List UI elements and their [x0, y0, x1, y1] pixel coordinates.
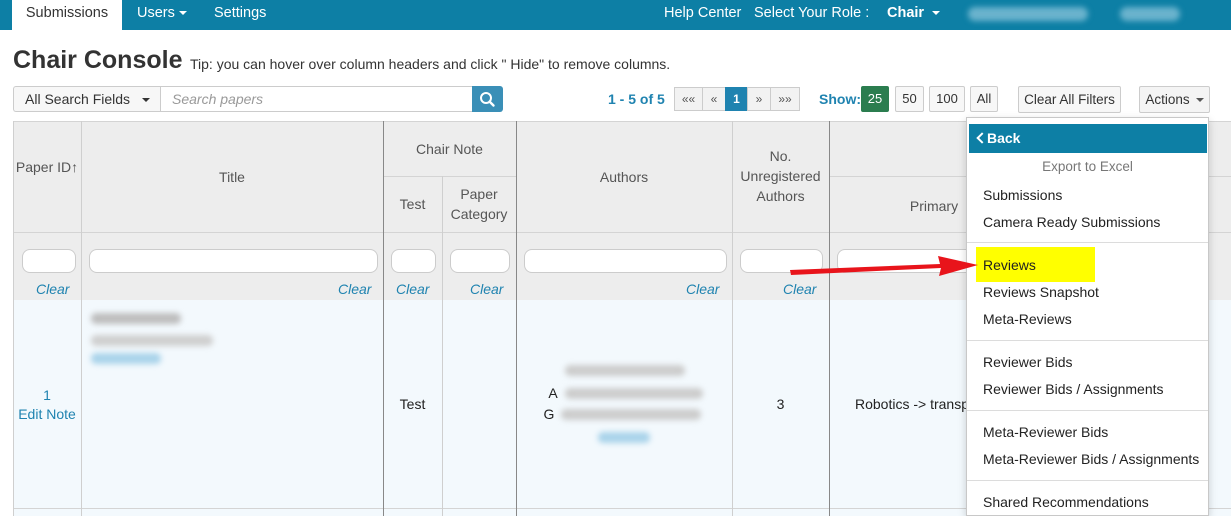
chevron-down-icon — [141, 98, 150, 103]
nav-settings[interactable]: Settings — [214, 0, 266, 30]
clear-unregistered-filter[interactable]: Clear — [783, 281, 816, 297]
header-authors[interactable]: Authors — [516, 167, 732, 187]
user-menu-blurred[interactable] — [1120, 7, 1180, 21]
actions-button-label: Actions — [1145, 92, 1190, 107]
author-prefix: A — [548, 385, 558, 401]
export-to-excel-header: Export to Excel — [1042, 159, 1133, 174]
menu-item-meta-reviews[interactable]: Meta-Reviews — [983, 311, 1072, 327]
header-no-unregistered-authors[interactable]: No. Unregistered Authors — [732, 146, 829, 206]
sort-up-arrow-icon: ↑ — [71, 159, 79, 175]
show-25-button[interactable]: 25 — [861, 86, 889, 112]
menu-divider — [967, 410, 1208, 411]
title-blurred — [91, 313, 181, 324]
menu-item-camera-ready-submissions[interactable]: Camera Ready Submissions — [983, 214, 1160, 230]
role-dropdown-label: Chair — [887, 5, 925, 21]
author-prefix: G — [543, 406, 555, 422]
show-all-button[interactable]: All — [970, 86, 998, 112]
chair-note-divider — [383, 176, 516, 177]
unregistered-count-cell: 3 — [776, 396, 785, 412]
clear-paper-category-filter[interactable]: Clear — [470, 281, 503, 297]
menu-item-reviewer-bids-assignments[interactable]: Reviewer Bids / Assignments — [983, 381, 1164, 397]
col-border — [383, 121, 384, 516]
search-field-select[interactable]: All Search Fields — [13, 86, 160, 112]
col-border — [829, 121, 830, 516]
menu-divider — [967, 340, 1208, 341]
paper-id-cell[interactable]: 1 — [13, 387, 81, 403]
nav-submissions[interactable]: Submissions — [12, 0, 122, 30]
header-title[interactable]: Title — [81, 167, 383, 187]
menu-item-submissions[interactable]: Submissions — [983, 187, 1062, 203]
menu-divider — [967, 480, 1208, 481]
filter-input-test[interactable] — [391, 249, 436, 273]
search-button[interactable] — [472, 86, 503, 112]
nav-help-center[interactable]: Help Center — [664, 0, 741, 30]
page-range-prefix: 1 - 5 of — [608, 91, 654, 107]
nav-users-label: Users — [137, 5, 175, 21]
clear-authors-filter[interactable]: Clear — [686, 281, 719, 297]
page-range: 1 - 5 of 5 — [608, 91, 665, 107]
clear-all-filters-button[interactable]: Clear All Filters — [1018, 86, 1121, 113]
menu-item-reviewer-bids[interactable]: Reviewer Bids — [983, 354, 1072, 370]
pager-last[interactable]: »» — [770, 87, 800, 111]
role-dropdown[interactable]: Chair — [887, 0, 941, 30]
header-paper-id[interactable]: Paper ID↑ — [13, 157, 81, 177]
header-paper-id-label: Paper ID — [15, 159, 72, 175]
actions-dropdown-menu: Back Export to Excel Submissions Camera … — [966, 117, 1209, 516]
author-blurred — [561, 409, 701, 420]
filter-input-paper-id[interactable] — [22, 249, 76, 273]
header-test[interactable]: Test — [383, 194, 442, 214]
clear-paper-id-filter[interactable]: Clear — [36, 281, 69, 297]
filter-input-primary[interactable] — [837, 249, 977, 273]
search-input[interactable] — [160, 86, 473, 112]
clear-test-filter[interactable]: Clear — [396, 281, 429, 297]
show-100-button[interactable]: 100 — [929, 86, 965, 112]
col-border — [442, 176, 443, 516]
col-border — [13, 121, 14, 516]
header-chair-note[interactable]: Chair Note — [383, 139, 516, 159]
filter-input-authors[interactable] — [524, 249, 727, 273]
search-icon — [480, 92, 495, 107]
pager-prev[interactable]: « — [702, 87, 726, 111]
page-tip: Tip: you can hover over column headers a… — [190, 56, 671, 72]
top-navigation-bar: Submissions Users Settings Help Center S… — [0, 0, 1231, 30]
filter-input-unregistered[interactable] — [740, 249, 823, 273]
clear-title-filter[interactable]: Clear — [338, 281, 371, 297]
chevron-down-icon — [178, 11, 187, 16]
nav-users[interactable]: Users — [137, 0, 187, 30]
show-label: Show: — [819, 91, 861, 107]
filter-input-title[interactable] — [89, 249, 378, 273]
author-link-blurred[interactable] — [598, 432, 650, 443]
menu-item-shared-recommendations[interactable]: Shared Recommendations — [983, 494, 1149, 510]
pager-next[interactable]: » — [747, 87, 771, 111]
menu-back-label: Back — [987, 130, 1021, 146]
pager-page-1[interactable]: 1 — [725, 87, 748, 111]
primary-area-cell: Robotics -> transp — [855, 396, 969, 412]
chevron-left-icon — [976, 132, 988, 144]
user-account-blurred[interactable] — [968, 7, 1088, 21]
show-50-button[interactable]: 50 — [895, 86, 924, 112]
menu-item-meta-reviewer-bids-assignments[interactable]: Meta-Reviewer Bids / Assignments — [983, 451, 1199, 467]
test-cell: Test — [399, 396, 426, 412]
filter-input-paper-category[interactable] — [450, 249, 510, 273]
menu-back-button[interactable]: Back — [969, 124, 1207, 153]
page-total: 5 — [657, 91, 665, 107]
page-title: Chair Console — [13, 46, 183, 74]
chevron-down-icon — [932, 11, 941, 16]
actions-button[interactable]: Actions — [1139, 86, 1210, 113]
title-meta-blurred — [91, 335, 213, 346]
author-blurred — [565, 388, 703, 399]
edit-note-link[interactable]: Edit Note — [13, 406, 81, 422]
chevron-down-icon — [1195, 98, 1204, 103]
menu-divider — [967, 242, 1208, 243]
title-link-blurred[interactable] — [91, 353, 161, 364]
header-paper-category[interactable]: Paper Category — [450, 184, 508, 224]
pager-first[interactable]: «« — [674, 87, 703, 111]
select-role-label: Select Your Role : — [754, 5, 870, 21]
menu-item-reviews-snapshot[interactable]: Reviews Snapshot — [983, 284, 1099, 300]
author-blurred — [565, 365, 685, 376]
menu-item-meta-reviewer-bids[interactable]: Meta-Reviewer Bids — [983, 424, 1108, 440]
search-field-select-label: All Search Fields — [25, 91, 131, 107]
menu-item-reviews[interactable]: Reviews — [983, 257, 1036, 273]
